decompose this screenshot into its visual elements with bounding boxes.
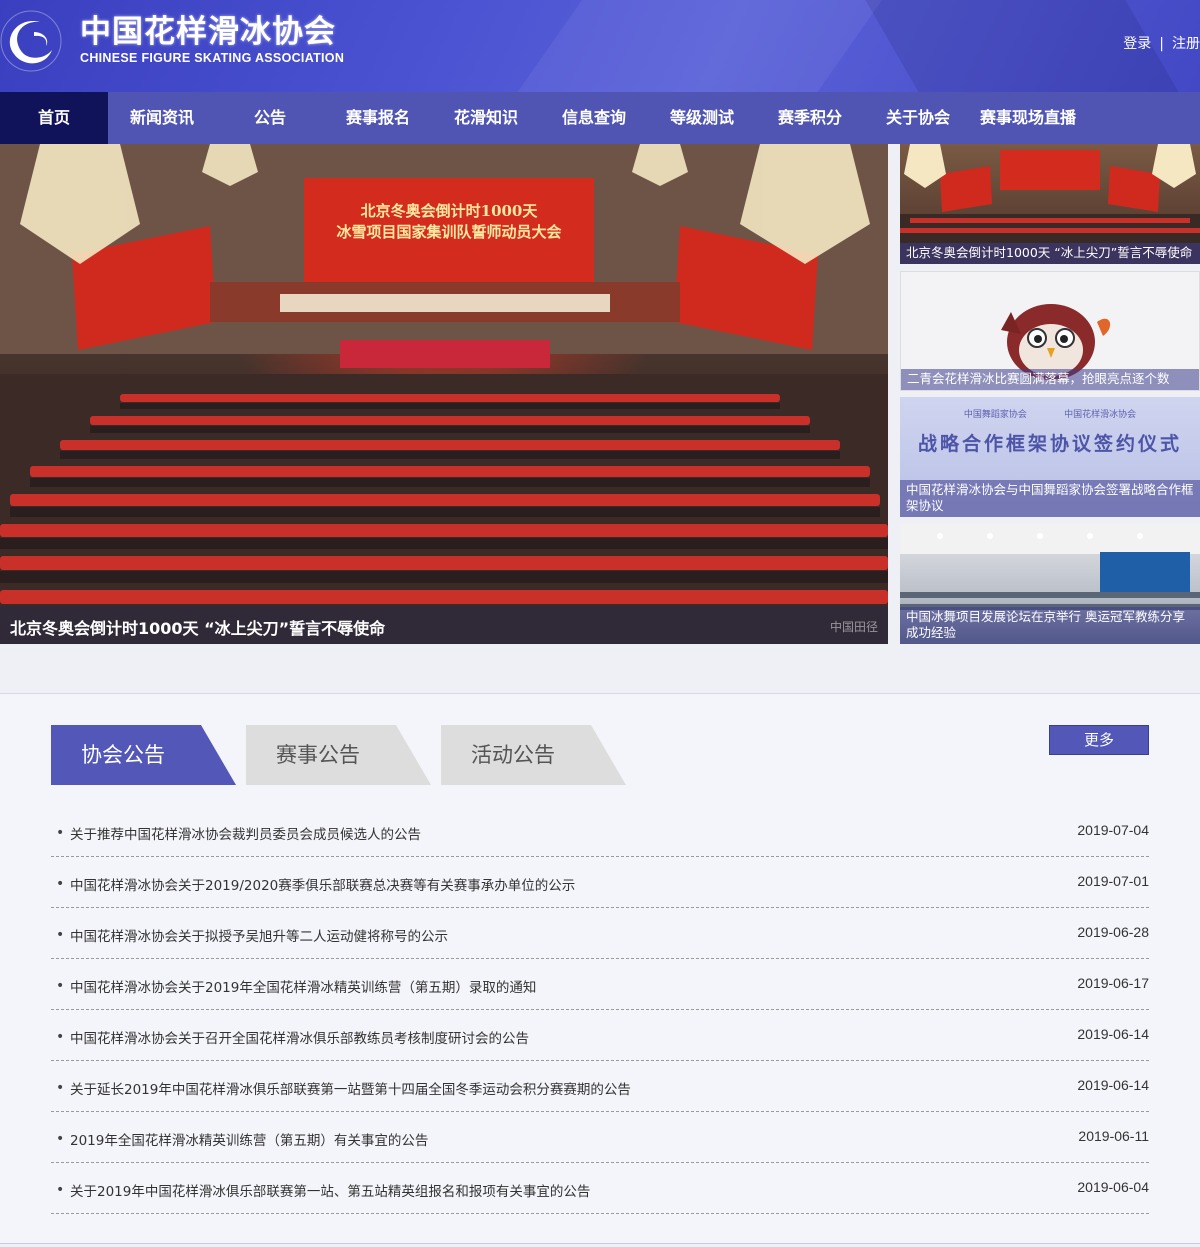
notice-date: 2019-06-11 (1078, 1128, 1149, 1144)
notice-title[interactable]: 中国花样滑冰协会关于召开全国花样滑冰俱乐部教练员考核制度研讨会的公告 (70, 1027, 529, 1047)
news-thumb-2[interactable]: 二青会花样滑冰比赛圆满落幕，抢眼亮点逐个数 (900, 271, 1200, 391)
hero-screen-line2: 冰雪项目国家集训队誓师动员大会 (336, 223, 561, 241)
list-item[interactable]: • 2019年全国花样滑冰精英训练营（第五期）有关事宜的公告 2019-06-1… (51, 1112, 1149, 1163)
hero-caption-bar: 北京冬奥会倒计时1000天 “冰上尖刀”誓言不辱使命 中国田径 (0, 606, 888, 644)
hero-caption[interactable]: 北京冬奥会倒计时1000天 “冰上尖刀”誓言不辱使命 (10, 615, 385, 639)
banner-title: 战略合作框架协议签约仪式 (917, 433, 1182, 455)
notice-title[interactable]: 2019年全国花样滑冰精英训练营（第五期）有关事宜的公告 (70, 1129, 428, 1149)
list-item[interactable]: • 关于延长2019年中国花样滑冰俱乐部联赛第一站暨第十四届全国冬季运动会积分赛… (51, 1061, 1149, 1112)
main-nav: 首页 新闻资讯 公告 赛事报名 花滑知识 信息查询 等级测试 赛季积分 关于协会… (0, 92, 1200, 144)
notice-title[interactable]: 关于推荐中国花样滑冰协会裁判员委员会成员候选人的公告 (70, 823, 421, 843)
nav-item-notices[interactable]: 公告 (216, 92, 324, 144)
tab-activity-notices[interactable]: 活动公告 (441, 725, 626, 785)
nav-item-live[interactable]: 赛事现场直播 (972, 92, 1096, 144)
nav-item-home[interactable]: 首页 (0, 92, 108, 144)
list-item[interactable]: • 中国花样滑冰协会关于召开全国花样滑冰俱乐部教练员考核制度研讨会的公告 201… (51, 1010, 1149, 1061)
tab-competition-notices[interactable]: 赛事公告 (246, 725, 431, 785)
news-thumb-1[interactable]: 北京冬奥会倒计时1000天 “冰上尖刀”誓言不辱使命 (900, 144, 1200, 264)
tab-association-notices[interactable]: 协会公告 (51, 725, 236, 785)
notice-title[interactable]: 关于延长2019年中国花样滑冰俱乐部联赛第一站暨第十四届全国冬季运动会积分赛赛期… (70, 1078, 631, 1098)
news-thumb-caption: 中国冰舞项目发展论坛在京举行 奥运冠军教练分享成功经验 (900, 607, 1200, 644)
site-header: 中国花样滑冰协会 CHINESE FIGURE SKATING ASSOCIAT… (0, 0, 1200, 92)
notice-title[interactable]: 关于2019年中国花样滑冰俱乐部联赛第一站、第五站精英组报名和报项有关事宜的公告 (70, 1180, 590, 1200)
bullet: • (56, 825, 65, 841)
bullet: • (56, 876, 65, 892)
nav-item-registration[interactable]: 赛事报名 (324, 92, 432, 144)
list-item[interactable]: • 中国花样滑冰协会关于拟授予吴旭升等二人运动健将称号的公示 2019-06-2… (51, 908, 1149, 959)
news-thumb-caption: 中国花样滑冰协会与中国舞蹈家协会签署战略合作框架协议 (900, 480, 1200, 517)
news-thumb-3[interactable]: 中国舞蹈家协会 中国花样滑冰协会 战略合作框架协议签约仪式 中国花样滑冰协会与中… (900, 397, 1200, 517)
notice-date: 2019-07-04 (1077, 822, 1149, 838)
tab-label: 协会公告 (81, 743, 165, 767)
banner-org-left: 中国舞蹈家协会 (963, 410, 1027, 420)
site-subtitle: CHINESE FIGURE SKATING ASSOCIATION (80, 51, 345, 65)
notice-title[interactable]: 中国花样滑冰协会关于拟授予吴旭升等二人运动健将称号的公示 (70, 925, 448, 945)
notice-date: 2019-06-17 (1077, 975, 1149, 991)
notice-date: 2019-06-28 (1077, 924, 1149, 940)
bullet: • (56, 1080, 65, 1096)
nav-item-query[interactable]: 信息查询 (540, 92, 648, 144)
news-thumb-caption: 二青会花样滑冰比赛圆满落幕，抢眼亮点逐个数 (901, 369, 1199, 390)
auth-links: 登录 | 注册 (1123, 33, 1200, 53)
list-item[interactable]: • 关于2019年中国花样滑冰俱乐部联赛第一站、第五站精英组报名和报项有关事宜的… (51, 1163, 1149, 1214)
tab-label: 赛事公告 (276, 743, 360, 767)
notice-title[interactable]: 中国花样滑冰协会关于2019/2020赛季俱乐部联赛总决赛等有关赛事承办单位的公… (70, 874, 575, 894)
bullet: • (56, 1131, 65, 1147)
list-item[interactable]: • 中国花样滑冰协会关于2019年全国花样滑冰精英训练营（第五期）录取的通知 2… (51, 959, 1149, 1010)
notice-list: • 关于推荐中国花样滑冰协会裁判员委员会成员候选人的公告 2019-07-04 … (51, 806, 1149, 1214)
nav-item-knowledge[interactable]: 花滑知识 (432, 92, 540, 144)
list-item[interactable]: • 中国花样滑冰协会关于2019/2020赛季俱乐部联赛总决赛等有关赛事承办单位… (51, 857, 1149, 908)
more-button[interactable]: 更多 (1049, 725, 1149, 755)
nav-item-about[interactable]: 关于协会 (864, 92, 972, 144)
tab-label: 活动公告 (471, 743, 555, 767)
hero-watermark: 中国田径 (829, 620, 878, 634)
register-link[interactable]: 注册 (1172, 36, 1200, 52)
nav-item-season-points[interactable]: 赛季积分 (756, 92, 864, 144)
header-decoration (469, 0, 911, 92)
association-logo-icon[interactable] (0, 10, 62, 72)
notice-date: 2019-07-01 (1077, 873, 1149, 889)
notice-date: 2019-06-04 (1077, 1179, 1149, 1195)
nav-item-level-test[interactable]: 等级测试 (648, 92, 756, 144)
list-item[interactable]: • 关于推荐中国花样滑冰协会裁判员委员会成员候选人的公告 2019-07-04 (51, 806, 1149, 857)
bullet: • (56, 927, 65, 943)
banner-org-right: 中国花样滑冰协会 (1064, 410, 1137, 420)
hero-image: 北京冬奥会倒计时1000天 冰雪项目国家集训队誓师动员大会 (0, 144, 888, 644)
news-thumb-4[interactable]: 中国冰舞项目发展论坛在京举行 奥运冠军教练分享成功经验 (900, 524, 1200, 644)
news-thumb-caption: 北京冬奥会倒计时1000天 “冰上尖刀”誓言不辱使命 (900, 243, 1200, 264)
bullet: • (56, 1029, 65, 1045)
hero-screen-line1: 北京冬奥会倒计时1000天 (361, 202, 539, 220)
login-link[interactable]: 登录 (1123, 36, 1151, 52)
bullet: • (56, 1182, 65, 1198)
notice-date: 2019-06-14 (1077, 1026, 1149, 1042)
notice-title[interactable]: 中国花样滑冰协会关于2019年全国花样滑冰精英训练营（第五期）录取的通知 (70, 976, 536, 996)
notice-date: 2019-06-14 (1077, 1077, 1149, 1093)
bullet: • (56, 978, 65, 994)
site-title[interactable]: 中国花样滑冰协会 (80, 6, 336, 51)
hero-slide[interactable]: 北京冬奥会倒计时1000天 冰雪项目国家集训队誓师动员大会 北京冬奥会倒计时10… (0, 144, 888, 644)
notice-panel: 协会公告 赛事公告 活动公告 更多 • 关于推荐中国花样滑冰协会裁判员委员会成员… (0, 693, 1200, 1244)
auth-separator: | (1159, 36, 1164, 52)
nav-item-news[interactable]: 新闻资讯 (108, 92, 216, 144)
